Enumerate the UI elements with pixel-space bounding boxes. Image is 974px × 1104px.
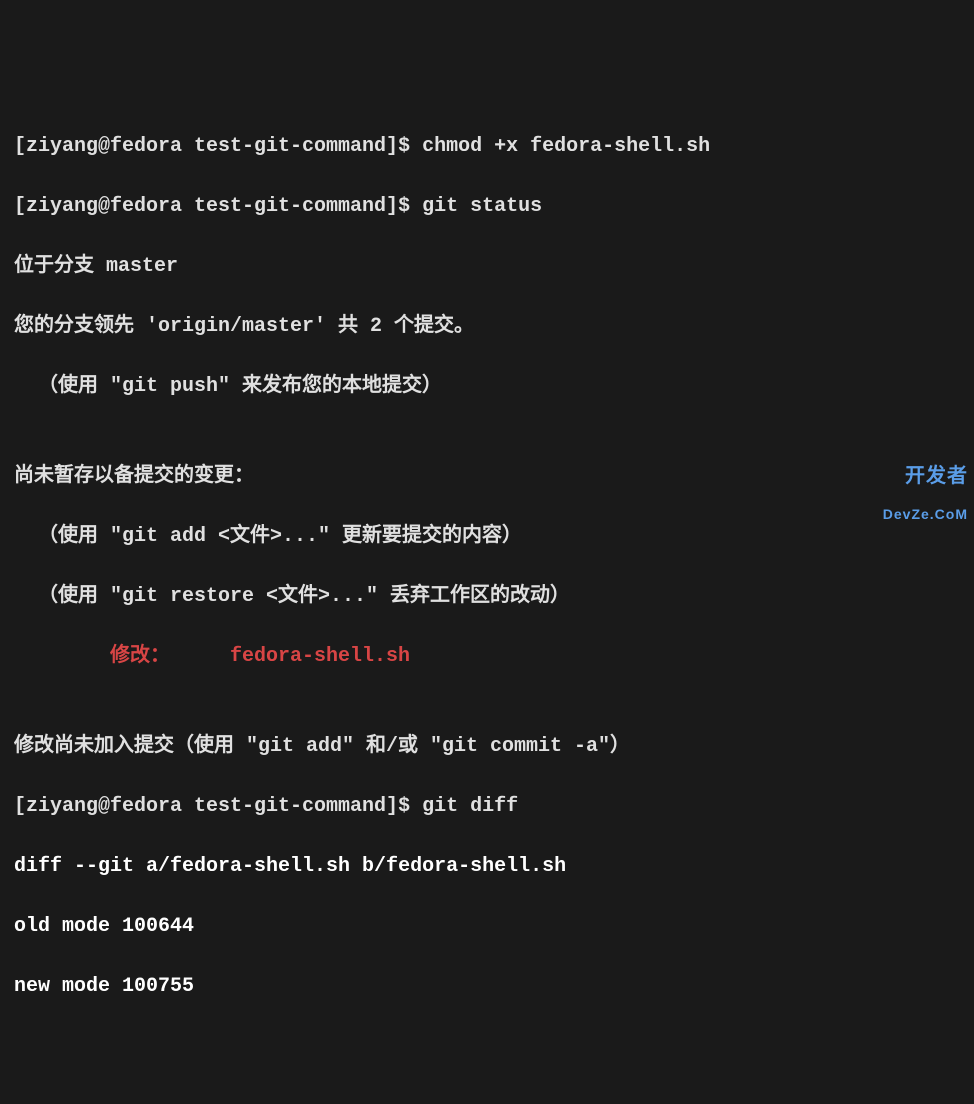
- watermark-cn: 开发者: [905, 465, 968, 487]
- git-ahead-line: 您的分支领先 'origin/master' 共 2 个提交。: [14, 312, 960, 342]
- diff-header: diff --git a/fedora-shell.sh b/fedora-sh…: [14, 852, 960, 882]
- terminal-line-2: [ziyang@fedora test-git-command]$ git st…: [14, 192, 960, 222]
- watermark-url: DevZe.CoM: [883, 507, 968, 522]
- terminal-line-1: [ziyang@fedora test-git-command]$ chmod …: [14, 132, 960, 162]
- git-modified-file-line: 修改： fedora-shell.sh: [14, 642, 960, 672]
- modified-label: 修改：: [110, 645, 170, 668]
- shell-prompt: [ziyang@fedora test-git-command]$: [14, 795, 422, 818]
- git-branch-line: 位于分支 master: [14, 252, 960, 282]
- git-add-hint: （使用 "git add <文件>..." 更新要提交的内容）: [14, 522, 960, 552]
- watermark: 开发者 DevZe.CoM: [883, 445, 968, 542]
- git-no-changes-added: 修改尚未加入提交（使用 "git add" 和/或 "git commit -a…: [14, 732, 960, 762]
- git-unstaged-header: 尚未暂存以备提交的变更：: [14, 462, 960, 492]
- command-text: git status: [422, 195, 542, 218]
- terminal-line-diff: [ziyang@fedora test-git-command]$ git di…: [14, 792, 960, 822]
- modified-filename: fedora-shell.sh: [230, 645, 410, 668]
- shell-prompt: [ziyang@fedora test-git-command]$: [14, 195, 422, 218]
- command-text: chmod +x fedora-shell.sh: [422, 135, 710, 158]
- shell-prompt: [ziyang@fedora test-git-command]$: [14, 135, 422, 158]
- diff-new-mode: new mode 100755: [14, 972, 960, 1002]
- command-text: git diff: [422, 795, 518, 818]
- diff-old-mode: old mode 100644: [14, 912, 960, 942]
- git-restore-hint: （使用 "git restore <文件>..." 丢弃工作区的改动）: [14, 582, 960, 612]
- git-push-hint: （使用 "git push" 来发布您的本地提交）: [14, 372, 960, 402]
